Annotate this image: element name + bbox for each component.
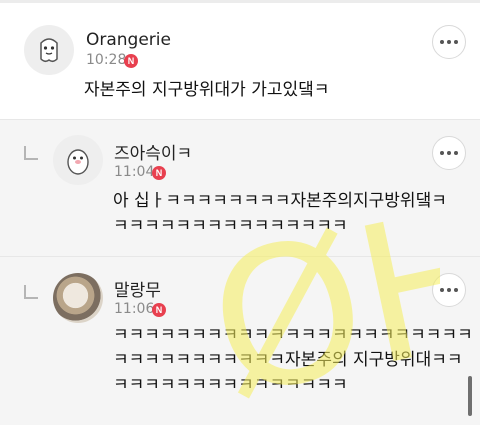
comment-text-line: ㅋㅋㅋㅋㅋㅋㅋㅋㅋㅋㅋㅋㅋㅋㅋ	[113, 216, 348, 236]
dot-icon	[447, 288, 451, 292]
more-options-button[interactable]	[432, 136, 466, 170]
penguin-character-icon	[67, 149, 89, 175]
reply-indent-icon	[24, 146, 38, 160]
dot-icon	[447, 40, 451, 44]
comment-time: 10:28	[86, 52, 127, 68]
new-badge: N	[152, 166, 166, 180]
author-name[interactable]: 말랑무	[114, 276, 161, 301]
dot-icon	[454, 40, 458, 44]
dot-icon	[440, 40, 444, 44]
dot-icon	[454, 288, 458, 292]
comment-text-line: ㅋㅋㅋㅋㅋㅋㅋㅋㅋㅋㅋㅋㅋㅋㅋㅋㅋㅋㅋㅋㅋㅋㅋ	[113, 325, 473, 345]
author-avatar[interactable]	[53, 135, 103, 185]
comment-text-line: ㅋㅋㅋㅋㅋㅋㅋㅋㅋㅋㅋ자본주의 지구방위대ㅋㅋ	[113, 350, 463, 370]
comment-text: 자본주의 지구방위대가 가고있댘ㅋ	[84, 80, 330, 100]
comment-text-line: ㅋㅋㅋㅋㅋㅋㅋㅋㅋㅋㅋㅋㅋㅋㅋ	[113, 375, 348, 395]
new-badge: N	[152, 303, 166, 317]
dot-icon	[440, 151, 444, 155]
author-name[interactable]: 즈아슥이ㅋ	[114, 139, 192, 164]
more-options-button[interactable]	[432, 25, 466, 59]
dot-icon	[447, 151, 451, 155]
more-options-button[interactable]	[432, 273, 466, 307]
dot-icon	[454, 151, 458, 155]
comment-item: Orangerie 10:28 N 자본주의 지구방위대가 가고있댘ㅋ	[0, 3, 480, 119]
author-name[interactable]: Orangerie	[86, 30, 171, 50]
comment-text-line: 아 십ㅏㅋㅋㅋㅋㅋㅋㅋㅋ자본주의지구방위댘ㅋ	[113, 191, 447, 211]
dot-icon	[440, 288, 444, 292]
reply-item: 즈아슥이ㅋ 11:04 N 아 십ㅏㅋㅋㅋㅋㅋㅋㅋㅋ자본주의지구방위댘ㅋ ㅋㅋㅋ…	[0, 119, 480, 256]
comment-time: 11:04	[114, 164, 155, 180]
comment-time: 11:06	[114, 301, 155, 317]
scrollbar[interactable]	[468, 376, 472, 416]
reply-indent-icon	[24, 285, 38, 299]
author-avatar-photo[interactable]	[53, 273, 103, 323]
reply-item: 말랑무 11:06 N ㅋㅋㅋㅋㅋㅋㅋㅋㅋㅋㅋㅋㅋㅋㅋㅋㅋㅋㅋㅋㅋㅋㅋ ㅋㅋㅋㅋ…	[0, 256, 480, 425]
new-badge: N	[124, 54, 138, 68]
author-avatar[interactable]	[24, 25, 74, 75]
ghost-character-icon	[40, 38, 58, 63]
